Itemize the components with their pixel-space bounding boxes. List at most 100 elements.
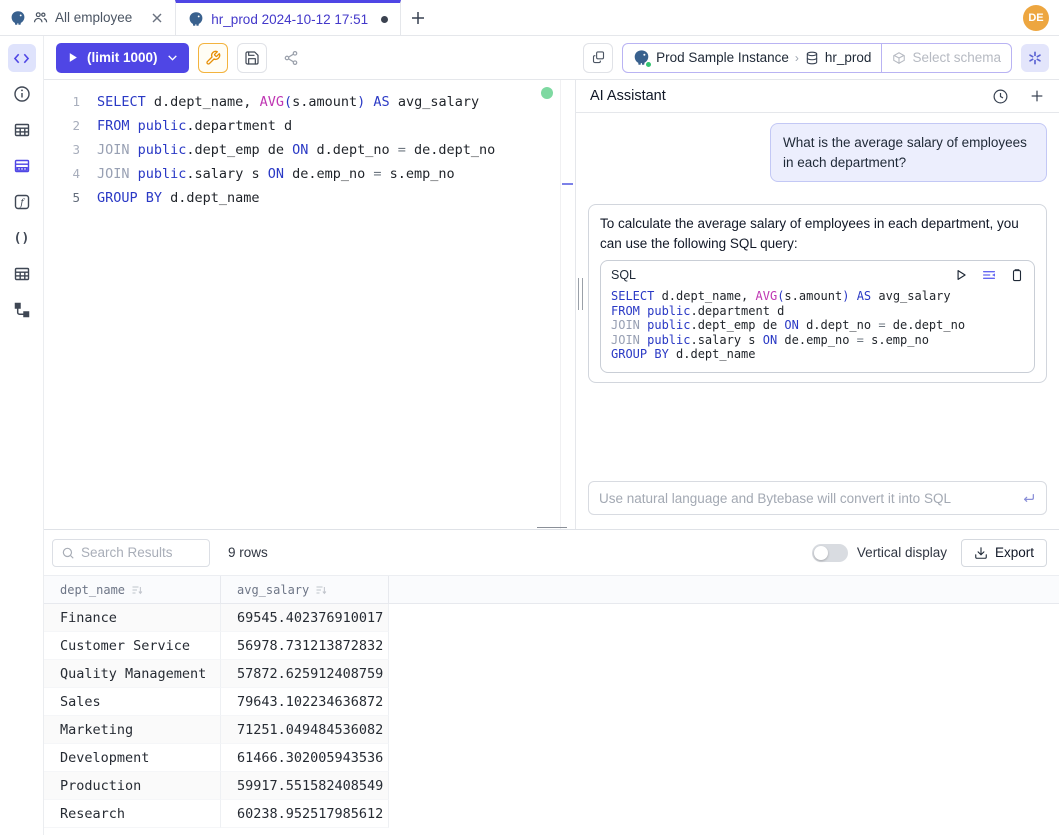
user-avatar[interactable]: DE xyxy=(1023,5,1049,31)
table-row[interactable]: Research60238.952517985612 xyxy=(44,800,1059,828)
export-label: Export xyxy=(995,545,1034,560)
sidebar-item-procedures[interactable]: () xyxy=(8,224,36,252)
copy-sql-button[interactable] xyxy=(1010,268,1024,282)
new-chat-button[interactable] xyxy=(1029,88,1045,104)
assistant-message: To calculate the average salary of emplo… xyxy=(588,204,1047,383)
tab-all-employee[interactable]: All employee xyxy=(0,0,175,35)
instance-database-selector[interactable]: Prod Sample Instance › hr_prod xyxy=(623,49,881,66)
table-cell: Finance xyxy=(44,604,221,632)
openai-icon xyxy=(1027,50,1043,66)
assistant-intro-text: To calculate the average salary of emplo… xyxy=(600,216,1019,251)
ai-assistant-panel: AI Assistant What is the average salary … xyxy=(576,80,1059,529)
run-generated-sql-button[interactable] xyxy=(954,268,968,282)
table-cell: 71251.049484536082 xyxy=(221,716,389,744)
row-count-label: 9 rows xyxy=(228,545,268,560)
plus-icon xyxy=(1029,88,1045,104)
run-query-button[interactable]: (limit 1000) xyxy=(56,43,189,73)
save-sheet-button[interactable] xyxy=(237,43,267,73)
download-icon xyxy=(974,546,988,560)
sidebar-item-info[interactable] xyxy=(8,80,36,108)
history-clock-icon xyxy=(992,88,1009,105)
vertical-display-label: Vertical display xyxy=(857,545,947,560)
database-name: hr_prod xyxy=(825,50,872,65)
table-row[interactable]: Finance69545.402376910017 xyxy=(44,604,1059,632)
table-icon xyxy=(13,121,31,139)
save-icon xyxy=(244,50,260,66)
column-header-avg-salary[interactable]: avg_salary xyxy=(221,576,389,603)
table-cell: 61466.302005943536 xyxy=(221,744,389,772)
line-number: 2 xyxy=(44,114,80,138)
chevron-down-icon xyxy=(166,51,179,64)
editor-scrollbar[interactable] xyxy=(560,80,575,529)
table-row[interactable]: Customer Service56978.731213872832 xyxy=(44,632,1059,660)
clipboard-icon xyxy=(1010,268,1024,282)
line-number: 5 xyxy=(44,186,80,210)
sidebar-item-tables[interactable] xyxy=(8,116,36,144)
share-sheet-button[interactable] xyxy=(276,43,306,73)
tab-hr-prod[interactable]: hr_prod 2024-10-12 17:51 xyxy=(175,0,401,35)
schema-selector[interactable]: Select schema xyxy=(881,44,1011,72)
sidebar-item-schema-diagram[interactable] xyxy=(8,296,36,324)
insert-lines-icon xyxy=(981,267,997,283)
batch-query-button[interactable] xyxy=(583,43,613,73)
sql-editor[interactable]: 1SELECT d.dept_name, AVG(s.amount) AS av… xyxy=(44,80,576,529)
table-cell: 60238.952517985612 xyxy=(221,800,389,828)
sort-icon xyxy=(131,584,143,596)
sort-icon xyxy=(315,584,327,596)
new-tab-button[interactable] xyxy=(401,0,435,35)
sidebar-item-views[interactable] xyxy=(8,260,36,288)
table-cell: Research xyxy=(44,800,221,828)
flow-icon xyxy=(13,301,31,319)
postgres-icon xyxy=(10,10,26,26)
openai-assistant-button[interactable] xyxy=(1021,44,1049,72)
chat-history-button[interactable] xyxy=(992,88,1009,105)
sidebar-item-worksheet[interactable] xyxy=(8,44,36,72)
results-table-body: Finance69545.402376910017Customer Servic… xyxy=(44,604,1059,828)
left-sidebar: f () xyxy=(0,36,44,835)
table-cell: 69545.402376910017 xyxy=(221,604,389,632)
results-header: 9 rows Vertical display Export xyxy=(44,530,1059,575)
column-header-dept-name[interactable]: dept_name xyxy=(44,576,221,603)
table-row[interactable]: Development61466.302005943536 xyxy=(44,744,1059,772)
close-icon[interactable] xyxy=(151,12,163,24)
sidebar-item-data[interactable] xyxy=(8,152,36,180)
tab-label: All employee xyxy=(55,10,132,25)
run-limit-label: (limit 1000) xyxy=(87,50,158,65)
line-number: 4 xyxy=(44,162,80,186)
sidebar-item-functions[interactable]: f xyxy=(8,188,36,216)
format-sql-button[interactable] xyxy=(198,43,228,73)
table-cell: Marketing xyxy=(44,716,221,744)
ai-prompt-inputbox xyxy=(588,481,1047,515)
database-icon xyxy=(805,51,819,65)
enter-return-icon xyxy=(1020,490,1036,506)
table-icon xyxy=(13,265,31,283)
editor-status-dot-icon xyxy=(541,87,553,99)
search-results-box xyxy=(52,539,210,567)
table-row[interactable]: Marketing71251.049484536082 xyxy=(44,716,1059,744)
generated-sql-code: SELECT d.dept_name, AVG(s.amount) AS avg… xyxy=(611,289,1024,362)
vertical-display-toggle[interactable] xyxy=(812,544,848,562)
scrollbar-cursor-marker xyxy=(562,183,573,185)
insert-sql-button[interactable] xyxy=(981,267,997,283)
svg-text:f: f xyxy=(19,198,25,209)
table-row[interactable]: Production59917.551582408549 xyxy=(44,772,1059,800)
unsaved-dot-icon xyxy=(381,16,388,23)
table-row[interactable]: Sales79643.102234636872 xyxy=(44,688,1059,716)
search-results-input[interactable] xyxy=(81,545,201,560)
instance-name: Prod Sample Instance xyxy=(656,50,789,65)
vertical-resize-handle[interactable] xyxy=(578,278,583,310)
tab-label: hr_prod 2024-10-12 17:51 xyxy=(211,12,368,27)
play-outline-icon xyxy=(954,268,968,282)
table-row[interactable]: Quality Management57872.625912408759 xyxy=(44,660,1059,688)
code-icon xyxy=(13,51,30,66)
table-cell: Development xyxy=(44,744,221,772)
results-panel: 9 rows Vertical display Export dept_name… xyxy=(44,530,1059,835)
users-icon xyxy=(33,10,48,25)
breadcrumb-separator: › xyxy=(795,51,799,65)
table-cell: Quality Management xyxy=(44,660,221,688)
sql-editor-code[interactable]: 1SELECT d.dept_name, AVG(s.amount) AS av… xyxy=(44,90,575,210)
ai-prompt-input[interactable] xyxy=(599,491,1012,506)
info-icon xyxy=(13,85,31,103)
column-label: avg_salary xyxy=(237,583,309,597)
export-button[interactable]: Export xyxy=(961,539,1047,567)
